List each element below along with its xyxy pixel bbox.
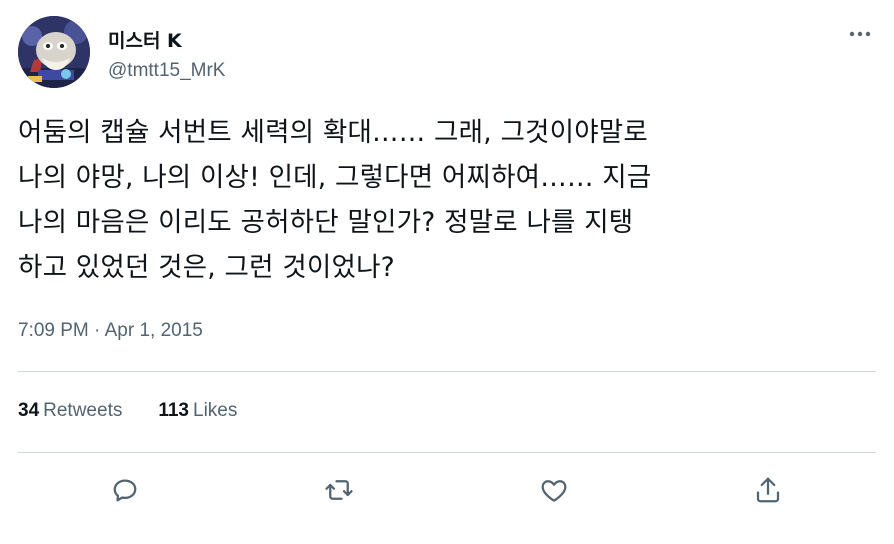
more-horizontal-icon [849, 31, 871, 37]
tweet-text: 어둠의 캡슐 서번트 세력의 확대…… 그래, 그것이야말로 나의 야망, 나의… [18, 117, 652, 283]
retweet-button[interactable] [317, 468, 361, 512]
likes-stat[interactable]: 113 Likes [158, 400, 237, 422]
action-bar [0, 468, 894, 512]
share-button[interactable] [746, 468, 790, 512]
retweets-stat[interactable]: 34 Retweets [18, 400, 122, 422]
tweet-timestamp[interactable]: 7:09 PM · Apr 1, 2015 [18, 320, 203, 342]
retweets-count: 34 [18, 400, 40, 421]
divider-bottom [18, 452, 876, 453]
tweet-card: 미스터 K @tmtt15_MrK 어둠의 캡슐 서번트 세력의 확대…… 그래… [0, 0, 894, 544]
heart-icon [541, 480, 567, 502]
more-options-button[interactable] [840, 20, 880, 48]
likes-count: 113 [158, 400, 189, 421]
divider-top [18, 371, 876, 372]
reply-button[interactable] [103, 468, 147, 512]
avatar[interactable] [18, 16, 90, 88]
likes-label: Likes [193, 400, 238, 421]
display-name[interactable]: 미스터 K [108, 26, 182, 53]
like-button[interactable] [532, 468, 576, 512]
engagement-stats: 34 Retweets 113 Likes [18, 400, 237, 422]
share-icon [756, 477, 780, 503]
retweet-icon [325, 480, 353, 500]
user-handle[interactable]: @tmtt15_MrK [108, 60, 225, 82]
retweets-label: Retweets [43, 400, 123, 421]
reply-icon [113, 479, 137, 502]
